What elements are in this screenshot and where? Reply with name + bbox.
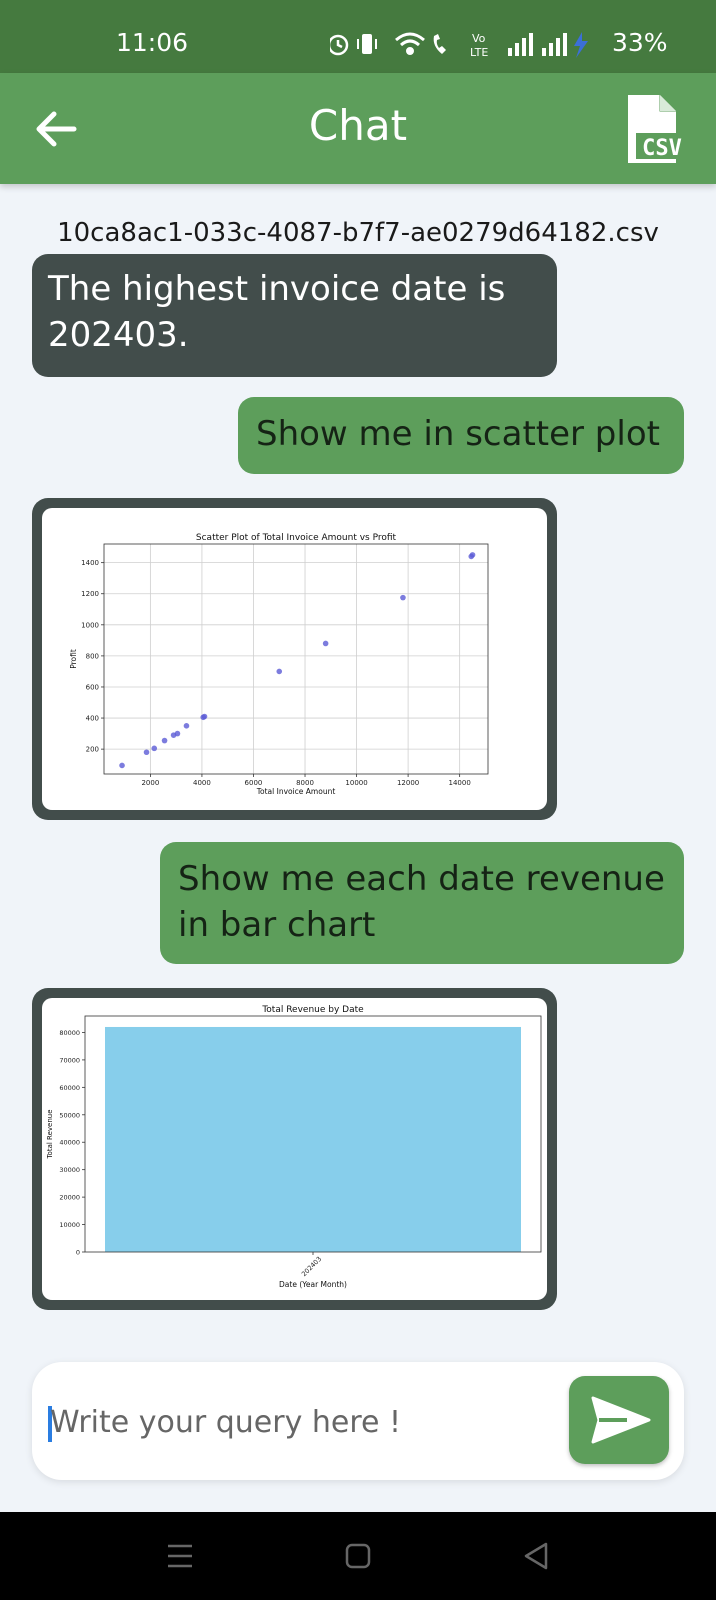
send-button[interactable] <box>569 1376 669 1464</box>
bar-chart-svg: 0 10000 20000 30000 40000 50000 60000 70000 8000… <box>46 1005 542 1289</box>
scatter-point <box>469 552 476 558</box>
status-time: 11:06 <box>116 28 189 57</box>
scatter-chart-card[interactable]: 2000 4000 6000 8000 10000 12000 14000 200 400 600… <box>32 498 557 820</box>
x-tick-label: 8000 <box>296 779 314 787</box>
scatter-point <box>119 762 125 769</box>
scatter-point <box>201 713 208 720</box>
y-tick-label: 70000 <box>59 1056 80 1064</box>
back-triangle-icon[interactable] <box>518 1538 554 1574</box>
wifi-call-icon <box>433 34 446 54</box>
scatter-point <box>161 737 168 744</box>
bot-message: The highest invoice date is 202403. <box>32 254 557 377</box>
x-tick-label: 202403 <box>300 1255 323 1278</box>
y-tick-label: 200 <box>86 746 99 754</box>
y-tick-label: 20000 <box>59 1194 80 1202</box>
user-message: Show me in scatter plot <box>238 397 684 474</box>
chart-title: Total Revenue by Date <box>261 1005 364 1015</box>
status-bar: 11:06 Vo LTE 33% <box>0 0 716 73</box>
home-icon[interactable] <box>340 1538 376 1574</box>
scatter-point <box>322 640 329 647</box>
menu-icon[interactable] <box>162 1538 198 1574</box>
y-tick-label: 0 <box>76 1249 80 1257</box>
wifi-icon <box>395 32 425 55</box>
scatter-point <box>143 749 150 756</box>
alarm-icon <box>330 34 349 56</box>
x-tick-label: 10000 <box>345 779 367 787</box>
y-tick-label: 10000 <box>59 1221 80 1229</box>
x-tick-label: 4000 <box>193 779 211 787</box>
vibrate-icon <box>357 34 377 54</box>
bar <box>105 1026 521 1252</box>
app-bar: Chat CSV <box>0 73 716 184</box>
bar-chart-card[interactable]: 0 10000 20000 30000 40000 50000 60000 70000 8000… <box>32 988 557 1310</box>
x-tick-label: 2000 <box>141 779 159 787</box>
csv-label: CSV <box>642 136 682 161</box>
charging-icon <box>574 32 588 58</box>
bot-message-line: 202403. <box>48 315 189 355</box>
y-tick-label: 1400 <box>81 559 99 567</box>
user-message: Show me each date revenue in bar chart <box>160 842 684 964</box>
status-icons: VoLTE <box>330 32 588 58</box>
y-tick-label: 30000 <box>59 1166 80 1174</box>
y-tick-label: 600 <box>86 683 99 691</box>
query-composer <box>32 1362 684 1480</box>
y-axis-label: Profit <box>69 649 78 669</box>
chart-title: Scatter Plot of Total Invoice Amount vs … <box>196 533 397 543</box>
volte-icon: VoLTE <box>470 32 488 58</box>
user-message-line: in bar chart <box>178 905 376 945</box>
query-input[interactable] <box>50 1392 530 1452</box>
bot-message-line: The highest invoice date is <box>48 269 506 309</box>
y-axis-label: Total Revenue <box>46 1109 54 1159</box>
y-tick-label: 1200 <box>81 590 99 598</box>
file-name: 10ca8ac1-033c-4087-b7f7-ae0279d64182.csv <box>57 218 659 248</box>
user-message-text: Show me in scatter plot <box>256 414 660 454</box>
svg-text:LTE: LTE <box>470 46 488 58</box>
y-tick-label: 1000 <box>81 621 99 629</box>
signal-icon-1 <box>508 33 533 56</box>
bar-chart: 0 10000 20000 30000 40000 50000 60000 70000 8000… <box>42 998 547 1300</box>
x-axis-label: Total Invoice Amount <box>256 787 336 796</box>
scatter-point <box>151 745 158 752</box>
page-title: Chat <box>308 101 408 150</box>
system-nav-bar <box>0 1512 716 1600</box>
x-tick-label: 12000 <box>397 779 419 787</box>
scatter-chart-svg: 2000 4000 6000 8000 10000 12000 14000 200 400 600… <box>69 533 489 796</box>
x-tick-label: 6000 <box>245 779 263 787</box>
send-icon <box>591 1396 651 1444</box>
scatter-point <box>276 668 283 675</box>
battery-percent: 33% <box>612 28 668 57</box>
scatter-point <box>174 730 181 737</box>
user-message-line: Show me each date revenue <box>178 859 665 899</box>
x-axis-label: Date (Year Month) <box>279 1280 347 1289</box>
y-tick-label: 40000 <box>59 1139 80 1147</box>
y-tick-label: 60000 <box>59 1084 80 1092</box>
scatter-point <box>400 594 406 601</box>
y-tick-label: 400 <box>86 715 99 723</box>
x-tick-label: 14000 <box>449 779 471 787</box>
y-tick-label: 50000 <box>59 1111 80 1119</box>
signal-icon-2 <box>542 33 567 56</box>
y-tick-label: 80000 <box>59 1029 80 1037</box>
csv-file-icon[interactable]: CSV <box>624 93 688 165</box>
plot-frame <box>103 543 489 775</box>
svg-text:Vo: Vo <box>472 32 486 45</box>
scatter-chart: 2000 4000 6000 8000 10000 12000 14000 200 400 600… <box>42 508 547 810</box>
scatter-point <box>183 723 190 729</box>
y-tick-label: 800 <box>86 652 99 660</box>
